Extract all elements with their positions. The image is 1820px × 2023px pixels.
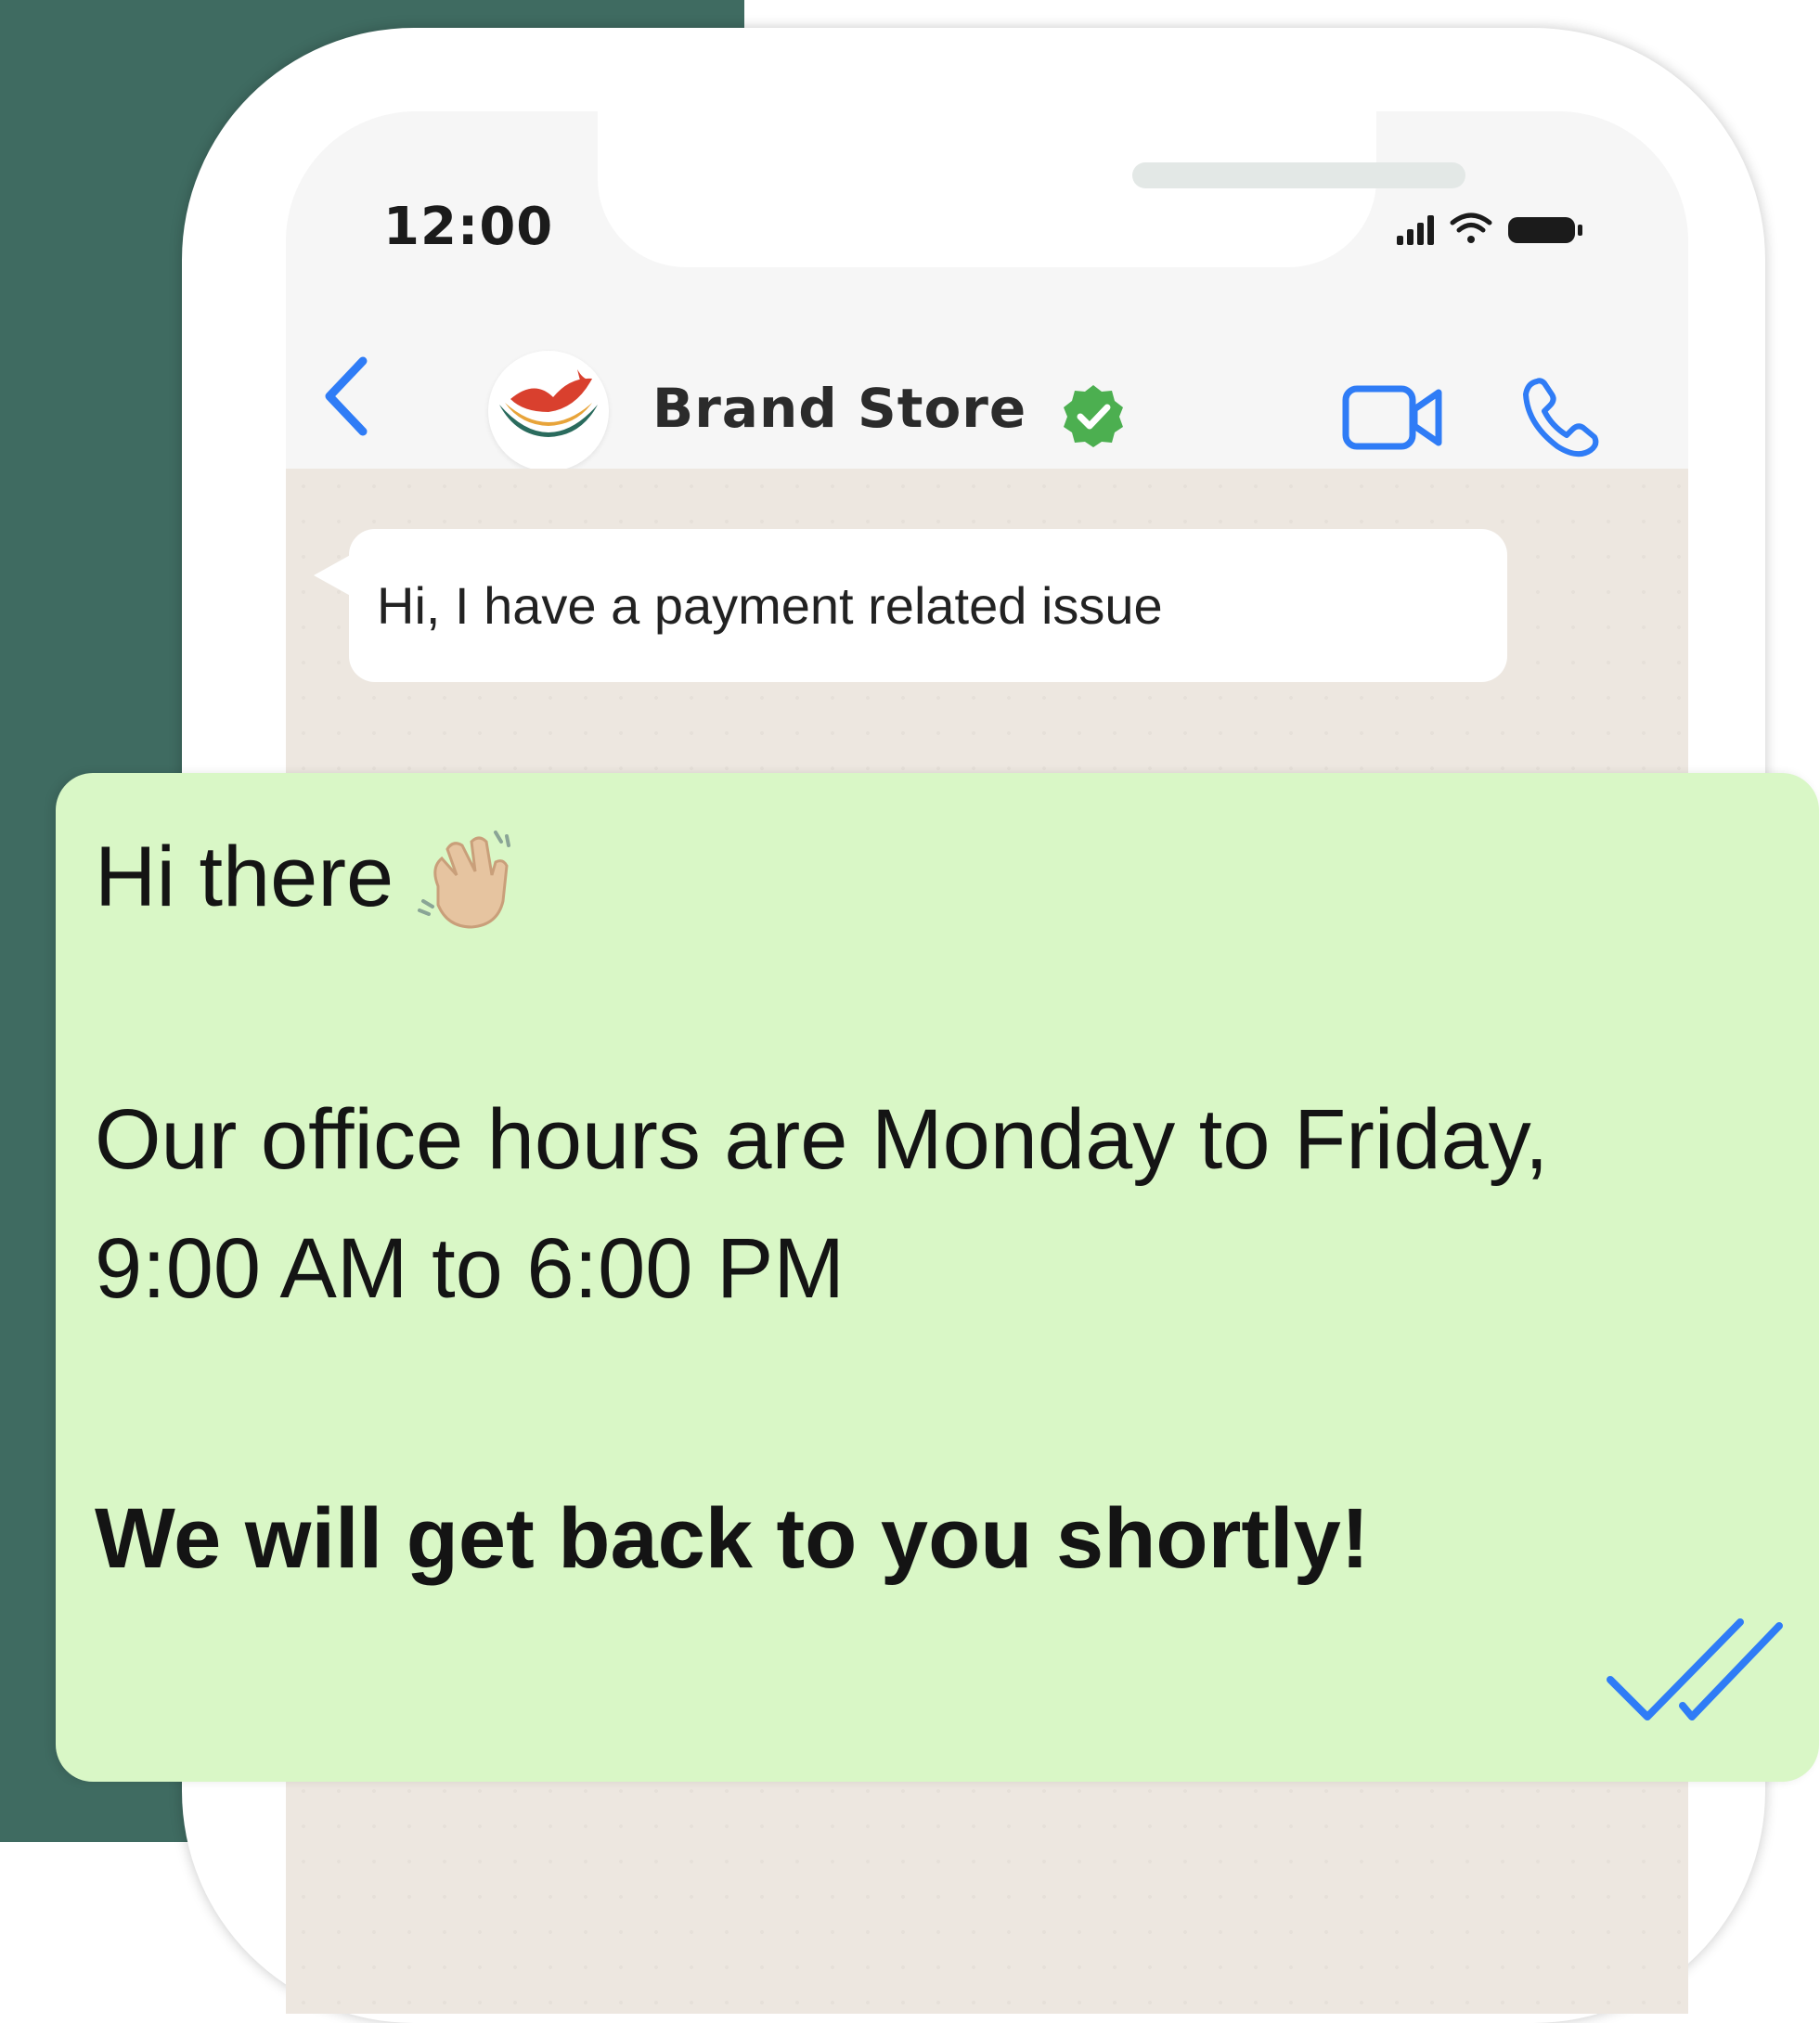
avatar[interactable] xyxy=(488,351,609,471)
greeting-text: Hi there xyxy=(95,829,394,924)
phone-call-icon[interactable] xyxy=(1520,376,1604,459)
brand-logo-icon xyxy=(499,369,598,437)
status-icons xyxy=(1397,213,1582,245)
chat-header: Brand Store xyxy=(286,283,1688,471)
verified-badge-icon xyxy=(1064,385,1123,447)
wifi-icon xyxy=(1450,213,1492,243)
signal-icon xyxy=(1397,215,1434,245)
waving-hand-icon xyxy=(418,831,511,929)
status-time: 12:00 xyxy=(383,197,554,257)
incoming-message-text: Hi, I have a payment related issue xyxy=(377,576,1163,635)
outgoing-message: Hi there Our office hours are Monday to … xyxy=(56,773,1819,1782)
office-hours-line-2: 9:00 AM to 6:00 PM xyxy=(95,1221,845,1316)
incoming-message: Hi, I have a payment related issue xyxy=(349,529,1507,682)
video-call-icon[interactable] xyxy=(1342,381,1444,456)
closing-line: We will get back to you shortly! xyxy=(95,1491,1370,1586)
speaker-grille xyxy=(1132,162,1465,188)
greeting-line: Hi there xyxy=(95,821,522,933)
double-check-read-icon xyxy=(1607,1618,1783,1720)
office-hours-line-1: Our office hours are Monday to Friday, xyxy=(95,1092,1549,1187)
phone-notch xyxy=(598,111,1465,267)
contact-name[interactable]: Brand Store xyxy=(652,377,1026,440)
battery-icon xyxy=(1508,217,1582,243)
back-arrow-icon[interactable] xyxy=(318,350,374,443)
